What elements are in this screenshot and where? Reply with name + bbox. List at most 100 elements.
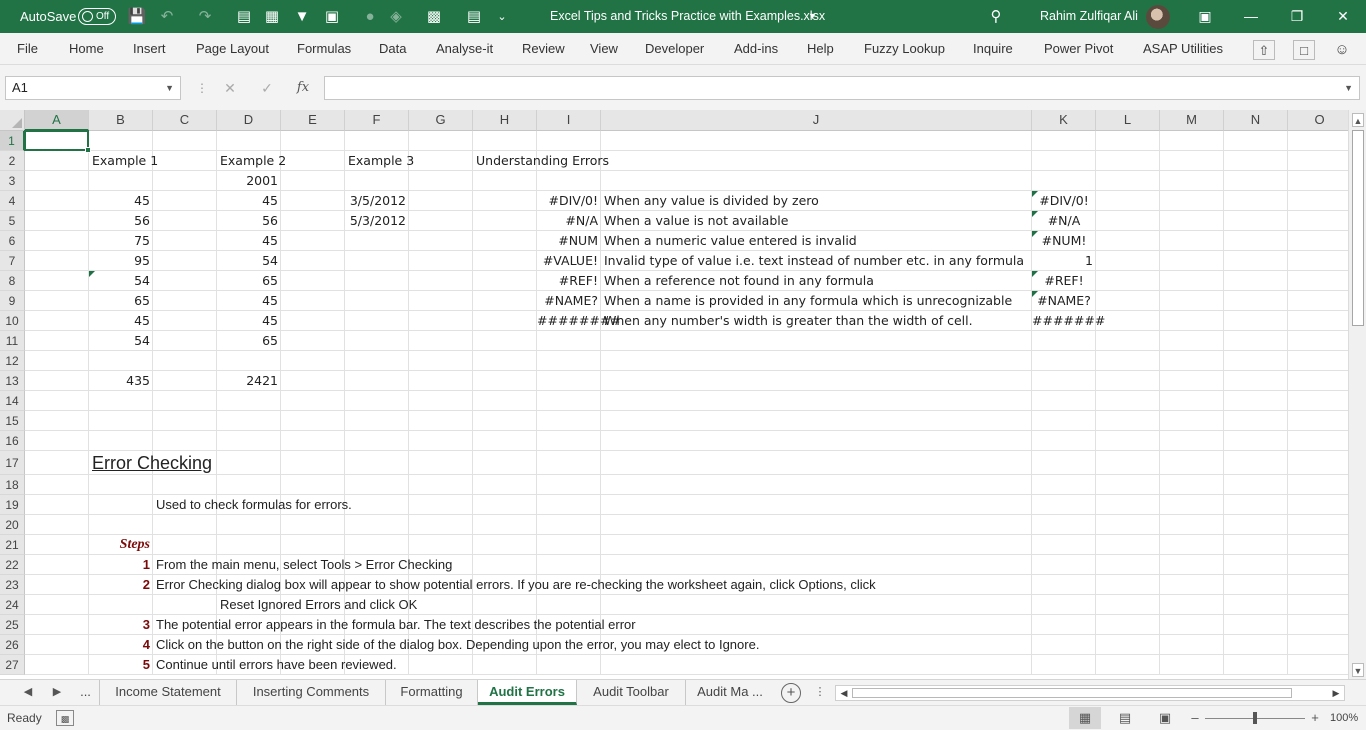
scroll-up-icon[interactable]: ▲ (1352, 113, 1364, 127)
name-box[interactable]: A1 ▼ (5, 76, 181, 100)
sheet-tab-audit-toolbar[interactable]: Audit Toolbar (577, 680, 686, 705)
cell-d5[interactable]: 56 (217, 211, 281, 231)
tab-home[interactable]: Home (69, 33, 104, 65)
cell-d24[interactable]: Reset Ignored Errors and click OK (217, 595, 617, 615)
zoom-in-icon[interactable]: + (1309, 710, 1321, 726)
cell-d6[interactable]: 45 (217, 231, 281, 251)
cell-b2[interactable]: Example 1 (89, 151, 158, 171)
cell-d8[interactable]: 65 (217, 271, 281, 291)
cell-b25[interactable]: 3 (89, 615, 153, 635)
search-icon[interactable]: ⚲ (986, 7, 1006, 27)
remove-duplicates-icon[interactable]: ▦ (262, 7, 282, 27)
add-sheet-icon[interactable]: + (781, 683, 801, 703)
row-header-12[interactable]: 12 (0, 351, 25, 371)
row-header-27[interactable]: 27 (0, 655, 25, 675)
row-header-15[interactable]: 15 (0, 411, 25, 431)
cell-j9[interactable]: When a name is provided in any formula w… (601, 291, 1032, 311)
cell-c19[interactable]: Used to check formulas for errors. (153, 495, 553, 515)
ribbon-display-icon[interactable]: ▣ (1182, 0, 1228, 33)
tab-developer[interactable]: Developer (645, 33, 704, 65)
cell-j8[interactable]: When a reference not found in any formul… (601, 271, 1032, 291)
vertical-scroll-thumb[interactable] (1352, 130, 1364, 326)
save-icon[interactable]: 💾 (127, 7, 147, 27)
cell-j4[interactable]: When any value is divided by zero (601, 191, 1032, 211)
cell-b27[interactable]: 5 (89, 655, 153, 675)
cell-k10[interactable]: ####### (1032, 311, 1105, 331)
cell-b4[interactable]: 45 (89, 191, 153, 211)
cell-k5[interactable]: #N/A (1032, 211, 1096, 231)
column-header-f[interactable]: F (345, 110, 409, 131)
row-header-26[interactable]: 26 (0, 635, 25, 655)
autosave-toggle[interactable]: Off (78, 8, 116, 25)
avatar[interactable] (1146, 5, 1170, 29)
column-header-n[interactable]: N (1224, 110, 1288, 131)
cell-i5[interactable]: #N/A (537, 211, 601, 231)
row-header-22[interactable]: 22 (0, 555, 25, 575)
cell-j7[interactable]: Invalid type of value i.e. text instead … (601, 251, 1032, 271)
chevron-down-icon[interactable]: ▼ (165, 77, 174, 99)
chevron-down-icon[interactable]: ▼ (808, 0, 817, 33)
row-header-4[interactable]: 4 (0, 191, 25, 211)
cell-h2[interactable]: Understanding Errors (473, 151, 773, 171)
tab-fuzzy-lookup[interactable]: Fuzzy Lookup (864, 33, 945, 65)
cell-b21[interactable]: Steps (89, 535, 153, 555)
cell-c22[interactable]: From the main menu, select Tools > Error… (153, 555, 853, 575)
sheet-tab-formatting[interactable]: Formatting (386, 680, 478, 705)
cell-b7[interactable]: 95 (89, 251, 153, 271)
row-header-23[interactable]: 23 (0, 575, 25, 595)
column-header-i[interactable]: I (537, 110, 601, 131)
tab-splitter-icon[interactable]: ⋮ (810, 680, 830, 706)
column-header-h[interactable]: H (473, 110, 537, 131)
cell-d9[interactable]: 45 (217, 291, 281, 311)
cell-f2[interactable]: Example 3 (345, 151, 414, 171)
camera-icon[interactable]: ▩ (424, 7, 444, 27)
cell-b9[interactable]: 65 (89, 291, 153, 311)
tab-asap-utilities[interactable]: ASAP Utilities (1143, 33, 1223, 65)
cell-k6[interactable]: #NUM! (1032, 231, 1096, 251)
scroll-down-icon[interactable]: ▼ (1352, 663, 1364, 677)
table-format-icon[interactable]: ▣ (322, 7, 342, 27)
zoom-slider-thumb[interactable] (1253, 712, 1257, 724)
close-icon[interactable]: ✕ (1320, 0, 1366, 33)
user-name[interactable]: Rahim Zulfiqar Ali (1040, 0, 1138, 33)
row-header-10[interactable]: 10 (0, 311, 25, 331)
column-header-d[interactable]: D (217, 110, 281, 131)
cell-b8[interactable]: 54 (89, 271, 153, 291)
cell-b22[interactable]: 1 (89, 555, 153, 575)
cell-b10[interactable]: 45 (89, 311, 153, 331)
enter-icon[interactable]: ✓ (256, 77, 278, 99)
more-options-icon[interactable]: ⋮ (196, 81, 208, 95)
circle-icon[interactable]: ● (360, 7, 380, 27)
scroll-right-icon[interactable]: ▶ (1330, 687, 1342, 699)
cell-j6[interactable]: When a numeric value entered is invalid (601, 231, 1032, 251)
worksheet-grid[interactable]: A B C D E F G H I J K L M N O 1 2 3 4 5 6 7 8 9 10 11 12 13 14 15 16 17… (0, 110, 1348, 677)
column-header-a[interactable]: A (25, 110, 89, 131)
cell-b6[interactable]: 75 (89, 231, 153, 251)
cell-j10[interactable]: When any number's width is greater than … (601, 311, 1032, 331)
column-header-j[interactable]: J (601, 110, 1032, 131)
form-icon[interactable]: ▤ (464, 7, 484, 27)
error-indicator-icon[interactable] (1032, 271, 1038, 277)
formula-input[interactable]: ▼ (324, 76, 1360, 100)
sheet-tab-inserting-comments[interactable]: Inserting Comments (237, 680, 386, 705)
normal-view-icon[interactable]: ▦ (1069, 707, 1101, 729)
tab-view[interactable]: View (590, 33, 618, 65)
row-header-13[interactable]: 13 (0, 371, 25, 391)
cell-d13[interactable]: 2421 (217, 371, 281, 391)
error-indicator-icon[interactable] (1032, 191, 1038, 197)
cell-k7[interactable]: 1 (1032, 251, 1096, 271)
select-all-button[interactable] (0, 110, 25, 131)
sheet-tab-audit-ma[interactable]: Audit Ma ... (686, 680, 774, 705)
tab-file[interactable]: File (17, 33, 38, 65)
cell-c26[interactable]: Click on the button on the right side of… (153, 635, 953, 655)
cell-d2[interactable]: Example 2 (217, 151, 286, 171)
comments-icon[interactable]: □ (1293, 40, 1315, 60)
horizontal-scrollbar[interactable]: ◀ ▶ (835, 685, 1345, 701)
cell-d10[interactable]: 45 (217, 311, 281, 331)
sheet-tab-audit-errors[interactable]: Audit Errors (478, 680, 577, 705)
row-header-6[interactable]: 6 (0, 231, 25, 251)
scroll-left-icon[interactable]: ◀ (838, 687, 850, 699)
tab-power-pivot[interactable]: Power Pivot (1044, 33, 1113, 65)
row-header-9[interactable]: 9 (0, 291, 25, 311)
insert-function-icon[interactable]: fx (292, 77, 314, 99)
